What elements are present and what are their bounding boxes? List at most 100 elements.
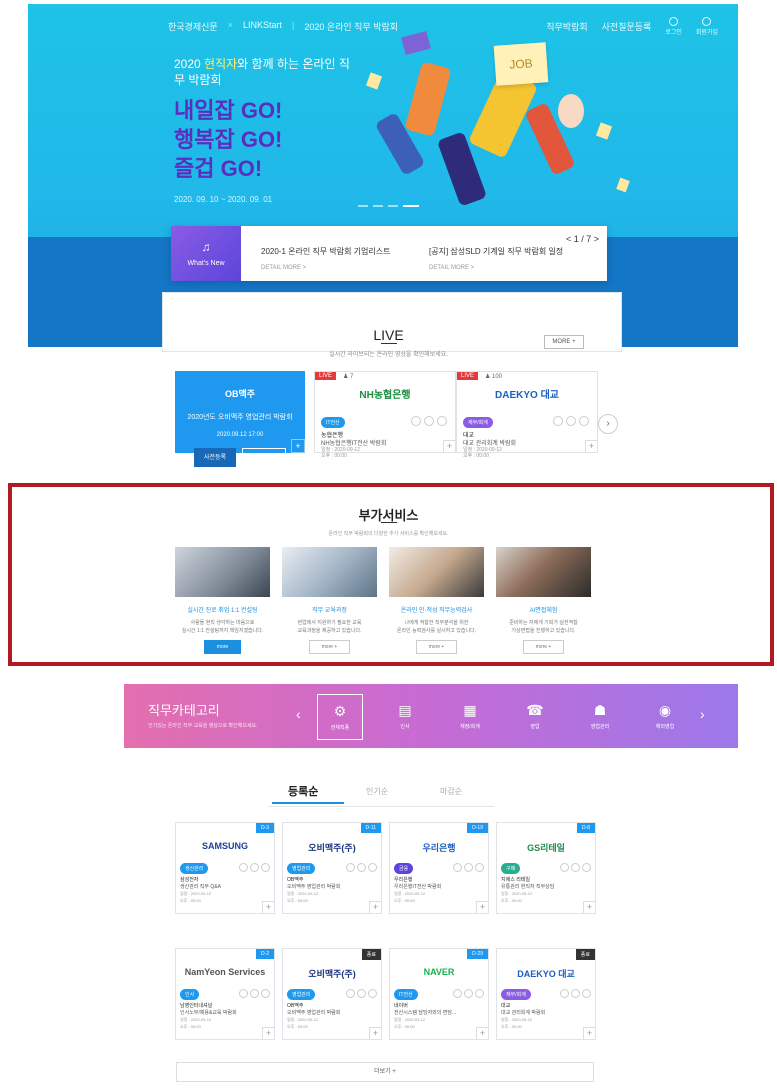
service-more-button[interactable]: more + [308,640,351,654]
live-featured-card[interactable]: OB맥주 2020년도 오비맥주 영업관리 박람회 2020.09.12 17:… [175,371,305,467]
category-item-sales[interactable]: ☎ 영업 [512,694,558,740]
slider-dot-active[interactable] [403,205,419,207]
plus-button[interactable]: + [369,901,381,913]
heart-icon[interactable] [250,989,259,998]
company-card[interactable]: D-19 우리은행 금융 우리은행 우리은행IT전산 박람회 일정 : 2020-09-1… [389,822,489,914]
share-icon[interactable] [475,863,484,872]
live-more-button[interactable]: MORE + [544,335,584,349]
notice-bar: ♫ What's New 2020-1 온라인 직무 박람회 기업리스트 DET… [171,226,607,281]
live-card[interactable]: LIVE ♟ 7 NH농협은행 IT전산 농협은행 NH농협은행IT전산 박람회… [314,371,456,459]
bookmark-icon[interactable] [346,863,355,872]
plus-button[interactable]: + [476,1027,488,1039]
share-icon[interactable] [437,416,447,426]
join-now-button[interactable]: 지금참여 [242,448,287,467]
tab-registered[interactable]: 등록순 [288,783,318,799]
menu-job-fair[interactable]: 직무박람회 [546,20,587,33]
category-item-finance[interactable]: ▦ 재정/회계 [447,694,493,740]
plus-button[interactable]: + [262,901,274,913]
bookmark-icon[interactable] [560,863,569,872]
notice-pager[interactable]: < 1 / 7 > [566,234,599,244]
category-label: 해외영업 [655,724,675,730]
hero-illustration [401,30,431,56]
company-card[interactable]: D-11 오비맥주(주) 영업관리 OB맥주 오비맥주 영업관리 박람회 일정 : 202… [282,822,382,914]
plus-button[interactable]: + [476,901,488,913]
company-card[interactable]: D-8 GS리테일 구매 지에스 리테일 유통관리 현직자 직무상담 일정 : 2020-… [496,822,596,914]
heart-icon[interactable] [424,416,434,426]
company-card[interactable]: 종료 오비맥주(주) 영업관리 OB맥주 오비맥주 영업관리 박람회 일정 : 2020-… [282,948,382,1040]
company-card[interactable]: D-3 SAMSUNG 생산관리 삼성전자 생산관리 직무 Q&A 일정 : 2020-0… [175,822,275,914]
card-company: 네이버 [394,1003,408,1009]
pre-register-button[interactable]: 사전등록 [193,448,236,467]
heart-icon[interactable] [566,416,576,426]
company-card[interactable]: D-2 NamYeon Services 인사 남영인터내셔널 인사노무/채용&교육 박… [175,948,275,1040]
share-icon[interactable] [579,416,589,426]
bookmark-icon[interactable] [346,989,355,998]
chevron-right-icon[interactable]: › [700,706,705,722]
share-icon[interactable] [368,863,377,872]
menu-pre-question[interactable]: 사전질문등록 [602,20,652,33]
notice-item[interactable]: 2020-1 온라인 직무 박람회 기업리스트 DETAIL MORE > [261,246,390,271]
notice-more-link[interactable]: DETAIL MORE > [261,265,390,271]
category-item-sales-mgmt[interactable]: ☗ 영업관리 [577,694,623,740]
notice-more-link[interactable]: DETAIL MORE > [429,265,563,271]
service-item[interactable]: 온라인 인·적성 직무능력검사 나에게 적합한 직무분석을 위한 온라인 능력검사… [389,547,484,654]
load-more-button[interactable]: 더보기 + [176,1062,594,1082]
card-title: 전산시스템 담당자와의 면담... [394,1010,457,1016]
bookmark-icon[interactable] [411,416,421,426]
plus-button[interactable]: + [443,440,455,452]
plus-button[interactable]: + [583,901,595,913]
bookmark-icon[interactable] [553,416,563,426]
slider-dot[interactable] [373,205,383,207]
category-item-global-sales[interactable]: ◉ 해외영업 [642,694,688,740]
brand[interactable]: 한국경제신문 × LINKStart | 2020 온라인 직무 박람회 [168,20,398,33]
service-more-button[interactable]: more [203,640,242,654]
notice-item[interactable]: [공지] 삼성SLD 기계일 직무 박람회 일정 DETAIL MORE > [429,246,563,271]
service-more-button[interactable]: more + [522,640,565,654]
whats-new-label: ♫ What's New [171,226,241,281]
share-icon[interactable] [261,863,270,872]
bookmark-icon[interactable] [453,863,462,872]
share-icon[interactable] [475,989,484,998]
company-card[interactable]: 종료 DAEKYO 대교 재무/회계 대교 대교 관리회계 박람회 일정 : 2020-0… [496,948,596,1040]
heart-icon[interactable] [571,989,580,998]
service-item[interactable]: AI면접체험 준비하는 자에게 기회가 실전적합 가상면접을 진행하고 있습니다.… [496,547,591,654]
slider-dot[interactable] [358,205,368,207]
tab-popular[interactable]: 인기순 [366,786,388,797]
tab-deadline[interactable]: 마감순 [440,786,462,797]
card-actions [239,863,270,872]
share-icon[interactable] [261,989,270,998]
slider-dots[interactable] [358,205,419,207]
plus-button[interactable]: + [585,440,597,452]
category-item-hr[interactable]: ▤ 인사 [382,694,428,740]
consulting-image [175,547,270,597]
share-icon[interactable] [368,989,377,998]
login-button[interactable]: 로그인 [665,16,682,36]
bookmark-icon[interactable] [560,989,569,998]
share-icon[interactable] [582,863,591,872]
plus-button[interactable]: + [583,1027,595,1039]
bookmark-icon[interactable] [239,863,248,872]
heart-icon[interactable] [357,989,366,998]
live-card[interactable]: LIVE ♟ 100 DAEKYO 대교 재무/회계 대교 대교 관리회계 박람… [456,371,598,459]
service-more-button[interactable]: more + [415,640,458,654]
heart-icon[interactable] [250,863,259,872]
service-item[interactable]: 실시간 진로 취업 1:1 컨설팅 사람들 현직 생각하는 마음으로 실시간 1:… [175,547,270,654]
heart-icon[interactable] [464,863,473,872]
bookmark-icon[interactable] [453,989,462,998]
bookmark-icon[interactable] [239,989,248,998]
plus-button[interactable]: + [369,1027,381,1039]
heart-icon[interactable] [571,863,580,872]
category-label: 전체직종 [330,725,350,731]
plus-button[interactable]: + [262,1027,274,1039]
heart-icon[interactable] [357,863,366,872]
category-item-all[interactable]: ⚙ 전체직종 [317,694,363,740]
chevron-right-icon[interactable]: › [598,414,618,434]
share-icon[interactable] [582,989,591,998]
signup-button[interactable]: 회원가입 [696,16,718,36]
chevron-left-icon[interactable]: ‹ [296,706,301,722]
slider-dot[interactable] [388,205,398,207]
heart-icon[interactable] [464,989,473,998]
service-item[interactable]: 직무 교육과정 현업에서 지원하기 필요한 교육 교육과정을 제공하고 있습니다.… [282,547,377,654]
company-card[interactable]: D-29 NAVER IT전산 네이버 전산시스템 담당자와의 면담... 일정 : 20… [389,948,489,1040]
plus-button[interactable]: + [291,439,305,453]
